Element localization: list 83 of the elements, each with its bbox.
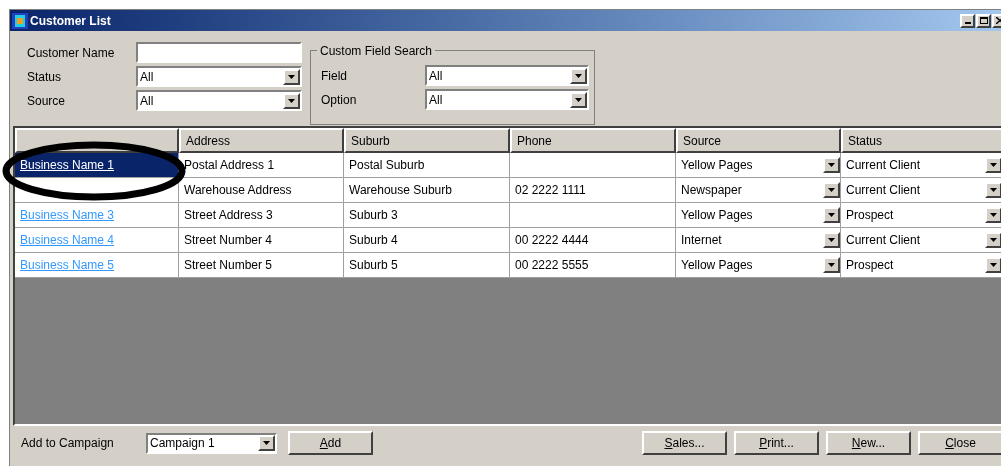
dropdown-cell[interactable]: Current Client — [841, 153, 1001, 178]
dropdown-field[interactable]: All — [136, 66, 302, 87]
table-cell: 00 2222 4444 — [510, 228, 676, 253]
filter-label: Customer Name — [27, 44, 116, 62]
dropdown-field[interactable]: All — [136, 90, 302, 111]
action-button[interactable]: Print... — [734, 431, 819, 455]
dropdown-button[interactable] — [823, 207, 840, 223]
caret-icon — [288, 98, 295, 103]
column-header[interactable]: Address — [179, 128, 344, 153]
column-header[interactable]: Source — [676, 128, 841, 153]
dropdown-cell[interactable]: Yellow Pages — [676, 203, 841, 228]
table-cell: 02 2222 1111 — [510, 178, 676, 203]
dropdown-cell[interactable]: Prospect — [841, 203, 1001, 228]
customer-link[interactable]: Business Name 1 — [15, 153, 179, 178]
dropdown-cell[interactable]: Internet — [676, 228, 841, 253]
dropdown-button[interactable] — [823, 182, 840, 198]
table-cell: Street Address 3 — [179, 203, 344, 228]
dropdown-field[interactable]: Campaign 1 — [146, 432, 277, 454]
caret-icon — [575, 73, 582, 78]
campaign-label: Add to Campaign — [21, 435, 115, 452]
table-cell: 00 2222 5555 — [510, 253, 676, 278]
caret-icon — [990, 238, 997, 242]
app-icon — [12, 12, 28, 29]
dropdown-button[interactable] — [570, 67, 587, 84]
column-header[interactable]: Suburb — [344, 128, 510, 153]
table-cell: Suburb 4 — [344, 228, 510, 253]
dropdown-cell[interactable]: Current Client — [841, 178, 1001, 203]
caret-icon — [575, 97, 582, 102]
dropdown-cell[interactable]: Current Client — [841, 228, 1001, 253]
filter-label: Status — [27, 68, 63, 86]
minimize-icon — [964, 21, 971, 24]
table-cell: Warehouse Address — [179, 178, 344, 203]
dropdown-cell[interactable]: Yellow Pages — [676, 253, 841, 278]
dropdown-button[interactable] — [283, 92, 300, 109]
close-icon — [995, 17, 1001, 24]
maximize-icon — [979, 17, 988, 24]
field-label: Field — [321, 67, 348, 85]
caret-icon — [990, 213, 997, 217]
caret-icon — [828, 238, 835, 242]
filter-label: Source — [27, 92, 67, 110]
caret-icon — [828, 213, 835, 217]
table-cell: Suburb 3 — [344, 203, 510, 228]
dropdown-cell[interactable]: Newspaper — [676, 178, 841, 203]
window-title: Customer List — [30, 12, 111, 30]
dropdown-button[interactable] — [283, 68, 300, 85]
table-cell: Street Number 4 — [179, 228, 344, 253]
caret-icon — [990, 163, 997, 167]
table-cell: Street Number 5 — [179, 253, 344, 278]
caret-icon — [990, 263, 997, 267]
minimize-button[interactable] — [960, 13, 975, 28]
dropdown-button[interactable] — [570, 91, 587, 108]
caret-icon — [828, 263, 835, 267]
action-button[interactable]: New... — [826, 431, 911, 455]
caret-icon — [828, 188, 835, 192]
dropdown-cell[interactable]: Yellow Pages — [676, 153, 841, 178]
dropdown-button[interactable] — [823, 232, 840, 248]
caret-icon — [288, 74, 295, 79]
caret-icon — [263, 441, 270, 445]
table-cell: Postal Address 1 — [179, 153, 344, 178]
dropdown-field[interactable]: All — [425, 65, 589, 86]
caret-icon — [828, 163, 835, 167]
dropdown-button[interactable] — [823, 157, 840, 173]
maximize-button[interactable] — [976, 13, 991, 28]
table-cell: Warehouse Suburb — [344, 178, 510, 203]
text-field[interactable] — [136, 42, 302, 63]
action-button[interactable]: Close — [918, 431, 1001, 455]
field-label: Option — [321, 91, 358, 109]
dropdown-button[interactable] — [985, 182, 1001, 198]
dropdown-button[interactable] — [985, 207, 1001, 223]
column-header[interactable]: Status — [841, 128, 1001, 153]
dropdown-field[interactable]: All — [425, 89, 589, 110]
action-button[interactable]: Sales... — [642, 431, 727, 455]
action-button[interactable]: Add — [288, 431, 373, 455]
dropdown-button[interactable] — [985, 157, 1001, 173]
column-header[interactable]: Phone — [510, 128, 676, 153]
table-cell: Postal Suburb — [344, 153, 510, 178]
dropdown-cell[interactable]: Prospect — [841, 253, 1001, 278]
dropdown-button[interactable] — [258, 435, 275, 451]
caret-icon — [990, 188, 997, 192]
dropdown-button[interactable] — [985, 257, 1001, 273]
table-cell: Suburb 5 — [344, 253, 510, 278]
dropdown-button[interactable] — [985, 232, 1001, 248]
dropdown-button[interactable] — [823, 257, 840, 273]
